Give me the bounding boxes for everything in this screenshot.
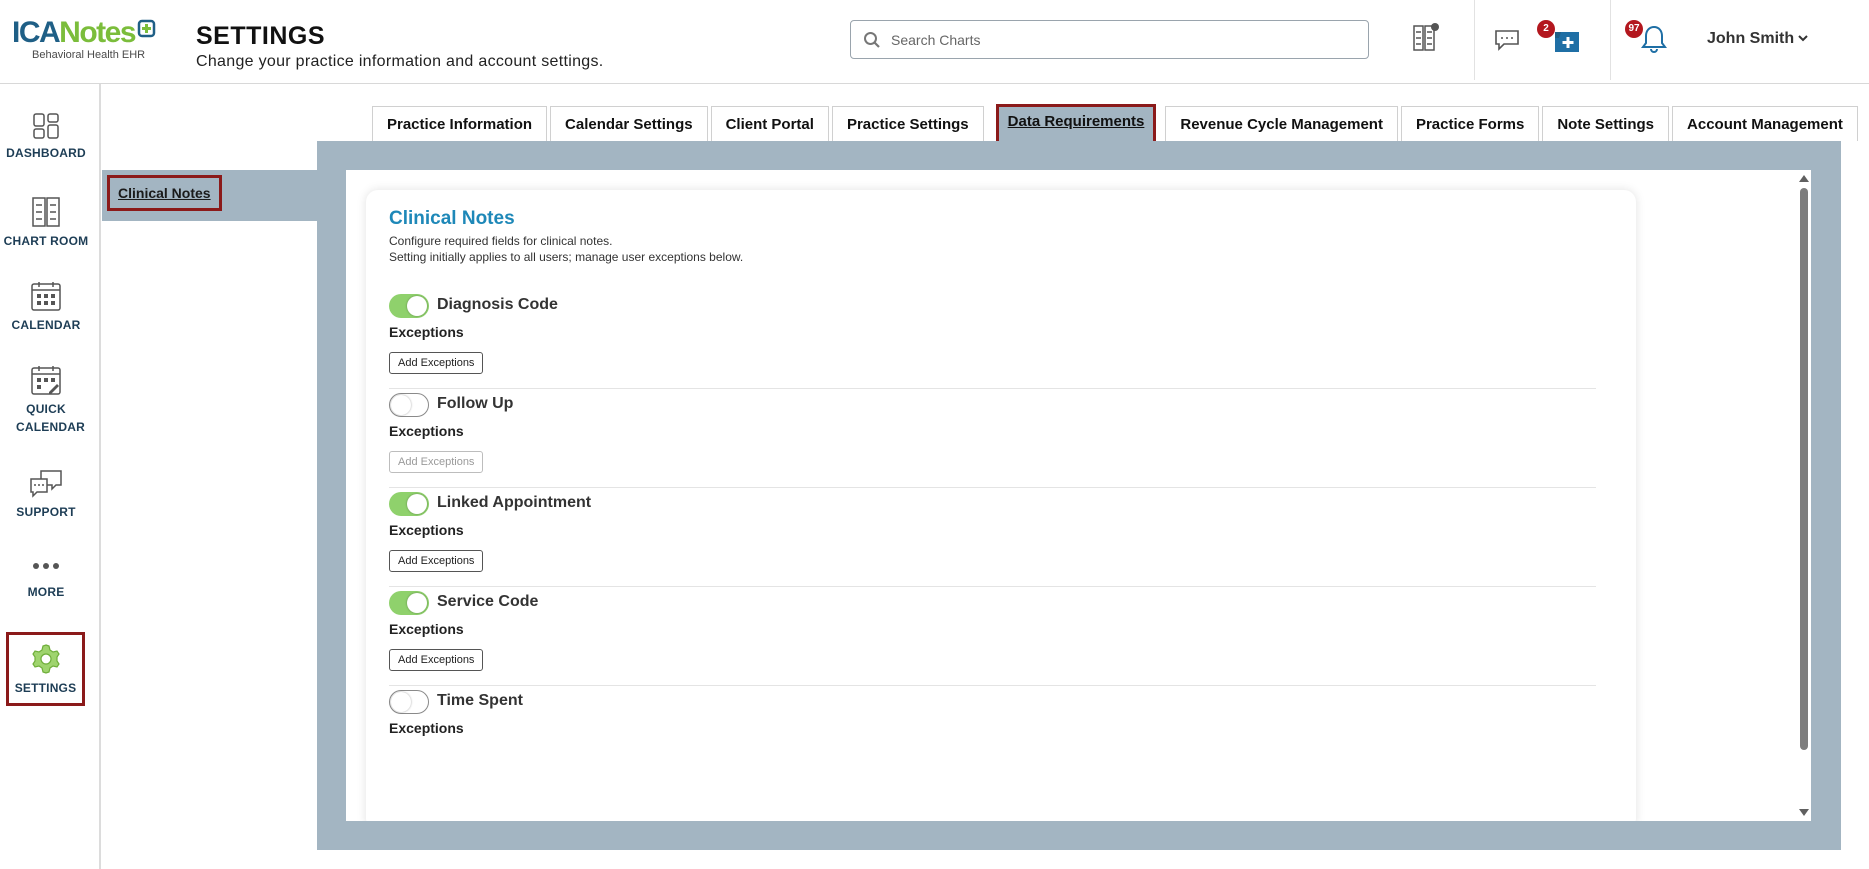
charts-cabinet-icon[interactable]: [1412, 22, 1440, 52]
divider: [389, 586, 1596, 587]
tasks-icon[interactable]: [1553, 28, 1581, 54]
gear-icon: [31, 644, 60, 674]
data-requirements-subnav: Clinical Notes: [102, 170, 317, 221]
chart-room-icon: [32, 197, 60, 227]
logo-text-notes: Notes: [59, 16, 136, 49]
nav-dashboard[interactable]: DASHBOARD: [0, 112, 92, 162]
notifications-bell-icon[interactable]: [1640, 24, 1668, 54]
linked-appointment-toggle[interactable]: [389, 492, 429, 516]
card-description-line: Setting initially applies to all users; …: [389, 250, 744, 264]
add-exceptions-button[interactable]: Add Exceptions: [389, 352, 484, 374]
nav-chart-room[interactable]: CHART ROOM: [0, 196, 92, 250]
tab-client-portal[interactable]: Client Portal: [710, 106, 829, 141]
exceptions-label: Exceptions: [389, 324, 464, 340]
exceptions-label: Exceptions: [389, 621, 464, 637]
app-header: ICANotes Behavioral Health EHR SETTINGS …: [0, 0, 1869, 84]
header-divider: [1474, 0, 1475, 80]
logo-plus-icon: [137, 19, 156, 38]
nav-label: DASHBOARD: [6, 146, 86, 160]
nav-label: MORE: [27, 585, 65, 599]
search-icon: [864, 32, 880, 48]
add-exceptions-button[interactable]: Add Exceptions: [389, 649, 484, 671]
messages-icon[interactable]: [1494, 29, 1520, 51]
follow-up-toggle[interactable]: [389, 393, 429, 417]
requirement-diagnosis-code: Diagnosis Code Exceptions Add Exceptions: [389, 292, 1596, 389]
divider: [389, 388, 1596, 389]
nav-quick-calendar[interactable]: QUICK CALENDAR: [0, 364, 92, 436]
nav-more[interactable]: MORE: [0, 559, 92, 601]
settings-tabs: Practice Information Calendar Settings C…: [372, 104, 1861, 144]
card-title: Clinical Notes: [389, 208, 515, 229]
exceptions-label: Exceptions: [389, 423, 464, 439]
logo-subtitle: Behavioral Health EHR: [32, 49, 146, 61]
requirement-label: Time Spent: [437, 692, 523, 709]
clinical-notes-card: Clinical Notes Configure required fields…: [366, 190, 1636, 821]
diagnosis-code-toggle[interactable]: [389, 294, 429, 318]
more-icon: [33, 563, 59, 569]
nav-support[interactable]: SUPPORT: [0, 469, 92, 521]
nav-calendar[interactable]: CALENDAR: [0, 280, 92, 334]
user-menu[interactable]: John Smith: [1707, 30, 1794, 48]
tab-practice-settings[interactable]: Practice Settings: [831, 106, 984, 141]
calendar-icon: [31, 282, 61, 311]
dashboard-icon: [33, 113, 59, 139]
tab-practice-information[interactable]: Practice Information: [372, 106, 548, 141]
requirement-time-spent: Time Spent Exceptions: [389, 688, 1596, 736]
settings-panel: Clinical Notes Configure required fields…: [346, 170, 1811, 821]
add-exceptions-button[interactable]: Add Exceptions: [389, 550, 484, 572]
toggle-knob: [407, 296, 427, 316]
toggle-knob: [391, 692, 411, 712]
toggle-knob: [407, 494, 427, 514]
scroll-up-arrow[interactable]: [1799, 175, 1809, 182]
panel-scrollbar[interactable]: [1796, 170, 1811, 821]
subnav-clinical-notes[interactable]: Clinical Notes: [107, 175, 222, 211]
nav-label: QUICK CALENDAR: [16, 402, 85, 434]
time-spent-toggle[interactable]: [389, 690, 429, 714]
requirement-label: Diagnosis Code: [437, 296, 558, 313]
notifications-badge: 97: [1625, 20, 1643, 38]
tab-note-settings[interactable]: Note Settings: [1542, 106, 1670, 141]
requirement-service-code: Service Code Exceptions Add Exceptions: [389, 589, 1596, 686]
requirement-follow-up: Follow Up Exceptions Add Exceptions: [389, 391, 1596, 488]
nav-label: SUPPORT: [16, 505, 76, 519]
nav-label: CHART ROOM: [3, 234, 89, 248]
support-icon: [30, 470, 62, 498]
logo-text-ica: ICA: [12, 16, 61, 49]
card-description: Configure required fields for clinical n…: [389, 233, 743, 265]
service-code-toggle[interactable]: [389, 591, 429, 615]
tab-revenue-cycle-management[interactable]: Revenue Cycle Management: [1165, 106, 1398, 141]
tab-data-requirements[interactable]: Data Requirements: [995, 104, 1157, 144]
requirement-label: Service Code: [437, 593, 539, 610]
nav-label: CALENDAR: [11, 318, 81, 332]
chevron-down-icon[interactable]: [1797, 33, 1809, 43]
tab-account-management[interactable]: Account Management: [1672, 106, 1858, 141]
page-title: SETTINGS: [196, 22, 326, 50]
add-exceptions-button[interactable]: Add Exceptions: [389, 451, 484, 473]
exceptions-label: Exceptions: [389, 522, 464, 538]
scroll-thumb[interactable]: [1800, 188, 1808, 750]
requirement-label: Linked Appointment: [437, 494, 592, 511]
search-charts-box[interactable]: [850, 20, 1369, 59]
page-subtitle: Change your practice information and acc…: [196, 53, 604, 70]
left-navigation: DASHBOARD CHART ROOM CALENDAR QUICK CALE…: [0, 84, 101, 869]
search-charts-input[interactable]: [891, 27, 1351, 53]
card-description-line: Configure required fields for clinical n…: [389, 234, 613, 248]
icanotes-logo[interactable]: ICANotes Behavioral Health EHR: [12, 18, 172, 66]
tab-calendar-settings[interactable]: Calendar Settings: [550, 106, 708, 141]
quick-calendar-icon: [31, 366, 61, 395]
header-divider: [1610, 0, 1611, 80]
scroll-down-arrow[interactable]: [1799, 809, 1809, 816]
requirement-label: Follow Up: [437, 395, 514, 412]
toggle-knob: [391, 395, 411, 415]
requirement-linked-appointment: Linked Appointment Exceptions Add Except…: [389, 490, 1596, 587]
toggle-knob: [407, 593, 427, 613]
divider: [389, 685, 1596, 686]
divider: [389, 487, 1596, 488]
tasks-badge: 2: [1537, 20, 1555, 38]
exceptions-label: Exceptions: [389, 720, 464, 736]
nav-label: SETTINGS: [14, 681, 77, 695]
tab-practice-forms[interactable]: Practice Forms: [1400, 106, 1540, 141]
nav-settings[interactable]: SETTINGS: [6, 632, 85, 706]
